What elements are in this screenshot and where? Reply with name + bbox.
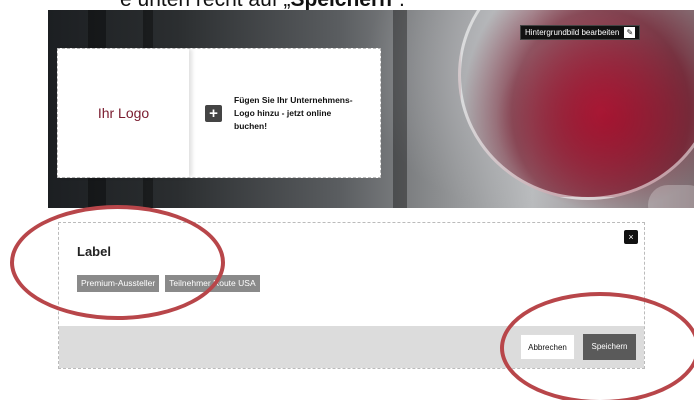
save-button[interactable]: Speichern <box>583 334 636 360</box>
edit-background-label: Hintergrundbild bearbeiten <box>525 28 620 37</box>
label-tag-list: Premium-Aussteller Teilnehmer Route USA <box>77 275 260 292</box>
logo-card: Ihr Logo + Fügen Sie Ihr Unternehmens-Lo… <box>57 48 381 178</box>
label-edit-panel: Label × Premium-Aussteller Teilnehmer Ro… <box>58 222 645 369</box>
pencil-icon: ✎ <box>624 27 636 38</box>
wine-glass-stem-graphic <box>648 185 694 208</box>
panel-footer: Abbrechen Speichern <box>59 326 644 368</box>
logo-placeholder-text: Ihr Logo <box>97 105 150 121</box>
edit-background-button[interactable]: Hintergrundbild bearbeiten ✎ <box>520 25 641 40</box>
close-icon[interactable]: × <box>624 230 638 244</box>
add-logo-area[interactable]: + Fügen Sie Ihr Unternehmens-Logo hinzu … <box>189 49 380 177</box>
panel-title: Label <box>77 244 111 259</box>
hero-shadow-stripe <box>393 10 407 208</box>
cancel-button[interactable]: Abbrechen <box>520 334 575 360</box>
add-logo-promo-text: Fügen Sie Ihr Unternehmens-Logo hinzu - … <box>234 94 353 131</box>
label-tag-route-usa[interactable]: Teilnehmer Route USA <box>165 275 260 292</box>
logo-placeholder: Ihr Logo <box>58 49 189 177</box>
plus-icon[interactable]: + <box>205 104 222 122</box>
label-tag-premium-aussteller[interactable]: Premium-Aussteller <box>77 275 160 292</box>
